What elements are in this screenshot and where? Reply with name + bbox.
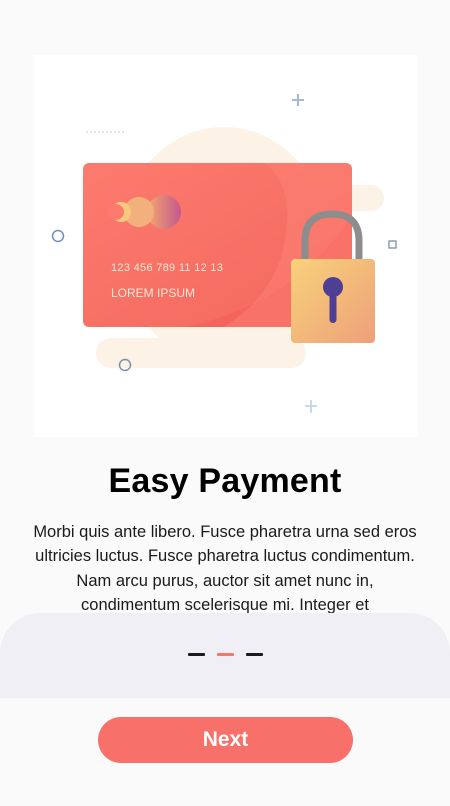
plus-icon xyxy=(292,94,304,106)
circle-icon xyxy=(51,229,65,243)
page-description: Morbi quis ante libero. Fusce pharetra u… xyxy=(33,523,417,614)
credit-card-lock-illustration: 123 456 789 11 12 13 LOREM IPSUM xyxy=(51,94,397,413)
card-holder: LOREM IPSUM xyxy=(111,286,195,300)
page-indicator xyxy=(0,653,450,656)
payment-illustration: 123 456 789 11 12 13 LOREM IPSUM xyxy=(34,55,418,437)
page-indicator-dot[interactable] xyxy=(187,653,205,656)
page-title: Easy Payment xyxy=(108,462,342,500)
next-button[interactable]: Next xyxy=(98,717,353,763)
plus-icon xyxy=(305,400,317,413)
page-indicator-dot-active[interactable] xyxy=(216,653,234,656)
onboarding-screen: 123 456 789 11 12 13 LOREM IPSUM Easy Pa… xyxy=(0,0,450,806)
card-number: 123 456 789 11 12 13 xyxy=(111,262,223,274)
square-icon xyxy=(388,240,397,249)
page-indicator-dot[interactable] xyxy=(245,653,263,656)
